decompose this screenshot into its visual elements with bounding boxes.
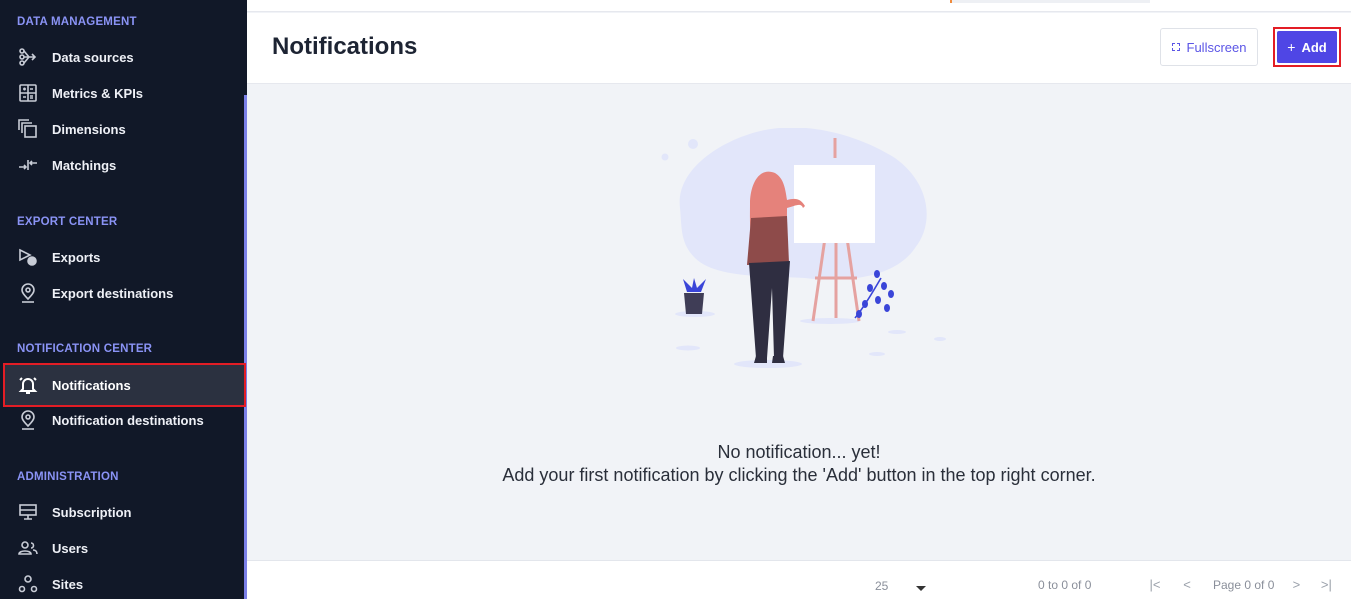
fullscreen-label: Fullscreen — [1186, 39, 1247, 55]
sidebar-item-matchings[interactable]: Matchings — [5, 147, 244, 183]
fullscreen-icon — [1171, 43, 1180, 51]
location-pin-icon — [17, 409, 39, 431]
add-button[interactable]: + Add — [1273, 27, 1341, 67]
add-label: Add — [1301, 39, 1327, 55]
sidebar-item-notification-destinations[interactable]: Notification destinations — [5, 402, 244, 438]
page-indicator: Page 0 of 0 — [1213, 577, 1275, 592]
sidebar-item-exports[interactable]: Exports — [5, 239, 244, 275]
location-pin-icon — [17, 282, 39, 304]
sidebar-item-dimensions[interactable]: Dimensions — [5, 111, 244, 147]
first-page-icon[interactable]: |< — [1147, 577, 1163, 592]
sidebar-item-users[interactable]: Users — [5, 530, 244, 566]
sidebar-item-label: Data sources — [52, 49, 134, 65]
sidebar-item-label: Notifications — [52, 377, 131, 393]
empty-state-title: No notification... yet! — [717, 442, 881, 462]
sidebar: DATA MANAGEMENT Data sources Metrics & K… — [0, 0, 247, 599]
pagination-range: 0 to 0 of 0 — [1038, 578, 1092, 592]
sidebar-item-label: Dimensions — [52, 121, 126, 137]
section-title-data-management: DATA MANAGEMENT — [17, 16, 137, 28]
top-bar — [247, 0, 1351, 12]
section-title-notification-center: NOTIFICATION CENTER — [17, 343, 153, 355]
matchings-icon — [17, 154, 39, 176]
pager: |< < Page 0 of 0 > >| — [1147, 577, 1334, 592]
users-icon — [17, 537, 39, 559]
sidebar-item-metrics[interactable]: Metrics & KPIs — [5, 75, 244, 111]
add-button-inner[interactable]: + Add — [1277, 31, 1337, 63]
last-page-icon[interactable]: >| — [1318, 577, 1334, 592]
sidebar-item-export-destinations[interactable]: Export destinations — [5, 275, 244, 311]
page-size-select[interactable]: 25 — [875, 579, 888, 593]
empty-state-illustration — [661, 128, 946, 368]
bell-icon — [17, 374, 39, 396]
page-title: Notifications — [272, 33, 418, 60]
fullscreen-button[interactable]: Fullscreen — [1160, 28, 1258, 66]
next-page-icon[interactable]: > — [1288, 577, 1304, 592]
sidebar-item-label: Sites — [52, 576, 84, 592]
sites-icon — [17, 573, 39, 595]
sidebar-item-label: Exports — [52, 249, 101, 265]
sidebar-item-sites[interactable]: Sites — [5, 566, 244, 599]
page-header: Notifications Fullscreen + Add — [247, 13, 1351, 84]
sidebar-item-notifications[interactable]: Notifications — [3, 363, 246, 407]
sidebar-item-label: Users — [52, 540, 89, 556]
sidebar-item-data-sources[interactable]: Data sources — [5, 39, 244, 75]
data-sources-icon — [17, 46, 39, 68]
top-search-stub[interactable] — [950, 0, 1150, 3]
dimensions-icon — [17, 118, 39, 140]
section-title-administration: ADMINISTRATION — [17, 471, 119, 483]
plus-icon: + — [1287, 39, 1296, 55]
sidebar-scrollbar[interactable] — [244, 95, 247, 599]
sidebar-item-label: Subscription — [52, 504, 132, 520]
sidebar-item-label: Notification destinations — [52, 412, 204, 428]
subscription-icon — [17, 501, 39, 523]
metrics-icon — [17, 82, 39, 104]
empty-state-description: Add your first notification by clicking … — [502, 465, 1096, 485]
chevron-down-icon[interactable] — [916, 586, 926, 591]
exports-icon — [17, 246, 39, 268]
sidebar-item-subscription[interactable]: Subscription — [5, 494, 244, 530]
pagination-footer: 25 0 to 0 of 0 |< < Page 0 of 0 > >| — [247, 560, 1351, 599]
prev-page-icon[interactable]: < — [1179, 577, 1195, 592]
section-title-export-center: EXPORT CENTER — [17, 216, 118, 228]
sidebar-item-label: Matchings — [52, 157, 117, 173]
sidebar-item-label: Metrics & KPIs — [52, 85, 144, 101]
sidebar-item-label: Export destinations — [52, 285, 174, 301]
